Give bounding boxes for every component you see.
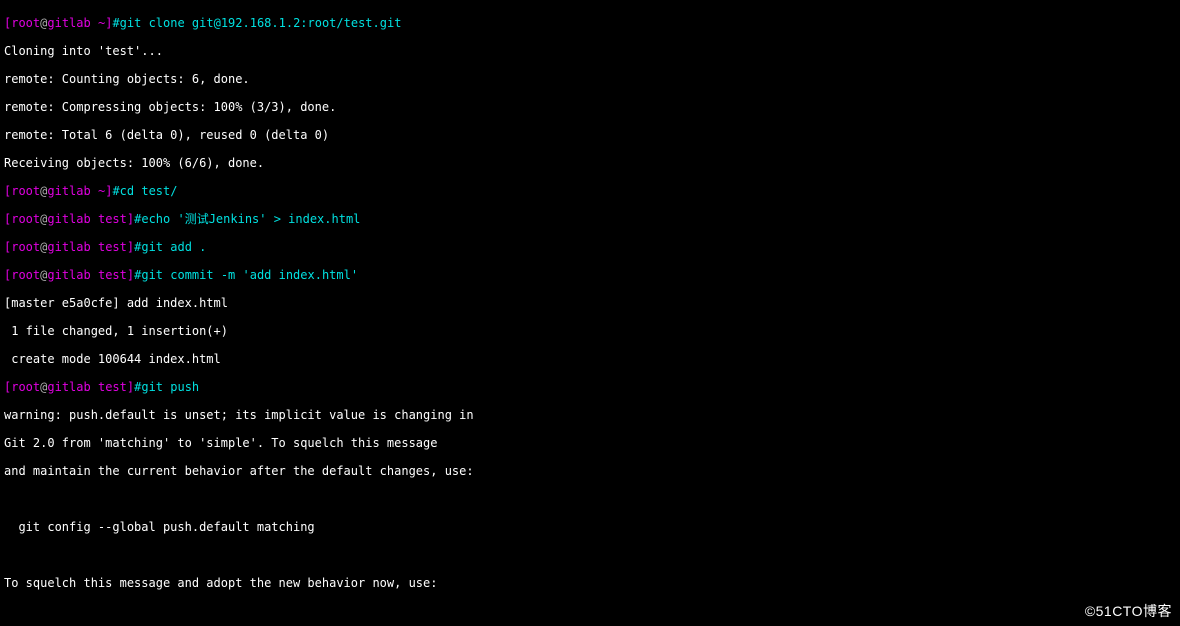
- output-line: [4, 548, 1176, 562]
- prompt-user: root: [11, 268, 40, 282]
- output-line: remote: Counting objects: 6, done.: [4, 72, 1176, 86]
- command-text: git clone git@192.168.1.2:root/test.git: [120, 16, 402, 30]
- output-line: warning: push.default is unset; its impl…: [4, 408, 1176, 422]
- space: [91, 184, 98, 198]
- prompt-host: gitlab: [47, 240, 90, 254]
- space: [91, 240, 98, 254]
- prompt-line: [root@gitlab ~]#git clone git@192.168.1.…: [4, 16, 1176, 30]
- space: [91, 212, 98, 226]
- prompt-host: gitlab: [47, 380, 90, 394]
- output-line: Receiving objects: 100% (6/6), done.: [4, 156, 1176, 170]
- output-line: 1 file changed, 1 insertion(+): [4, 324, 1176, 338]
- output-line: [4, 604, 1176, 618]
- prompt-host: gitlab: [47, 184, 90, 198]
- output-line: git config --global push.default matchin…: [4, 520, 1176, 534]
- prompt-dir: test: [98, 380, 127, 394]
- space: [91, 380, 98, 394]
- output-line: Cloning into 'test'...: [4, 44, 1176, 58]
- output-line: create mode 100644 index.html: [4, 352, 1176, 366]
- terminal-window[interactable]: [root@gitlab ~]#git clone git@192.168.1.…: [0, 0, 1180, 626]
- prompt-dir: test: [98, 268, 127, 282]
- prompt-dir: test: [98, 212, 127, 226]
- space: [91, 268, 98, 282]
- prompt-user: root: [11, 184, 40, 198]
- output-line: Git 2.0 from 'matching' to 'simple'. To …: [4, 436, 1176, 450]
- output-line: [4, 492, 1176, 506]
- prompt-user: root: [11, 240, 40, 254]
- output-line: To squelch this message and adopt the ne…: [4, 576, 1176, 590]
- prompt-line: [root@gitlab ~]#cd test/: [4, 184, 1176, 198]
- prompt-hash: #: [112, 184, 119, 198]
- prompt-host: gitlab: [47, 16, 90, 30]
- prompt-host: gitlab: [47, 212, 90, 226]
- prompt-line: [root@gitlab test]#git push: [4, 380, 1176, 394]
- command-text: git commit -m 'add index.html': [141, 268, 358, 282]
- command-text: cd test/: [120, 184, 178, 198]
- space: [91, 16, 98, 30]
- output-line: remote: Compressing objects: 100% (3/3),…: [4, 100, 1176, 114]
- prompt-user: root: [11, 16, 40, 30]
- prompt-hash: #: [112, 16, 119, 30]
- prompt-host: gitlab: [47, 268, 90, 282]
- prompt-line: [root@gitlab test]#git commit -m 'add in…: [4, 268, 1176, 282]
- command-text: git push: [141, 380, 199, 394]
- prompt-user: root: [11, 380, 40, 394]
- prompt-line: [root@gitlab test]#echo '测试Jenkins' > in…: [4, 212, 1176, 226]
- output-line: [master e5a0cfe] add index.html: [4, 296, 1176, 310]
- command-text: echo '测试Jenkins' > index.html: [141, 212, 360, 226]
- prompt-dir: test: [98, 240, 127, 254]
- prompt-user: root: [11, 212, 40, 226]
- prompt-line: [root@gitlab test]#git add .: [4, 240, 1176, 254]
- output-line: and maintain the current behavior after …: [4, 464, 1176, 478]
- output-line: remote: Total 6 (delta 0), reused 0 (del…: [4, 128, 1176, 142]
- command-text: git add .: [141, 240, 206, 254]
